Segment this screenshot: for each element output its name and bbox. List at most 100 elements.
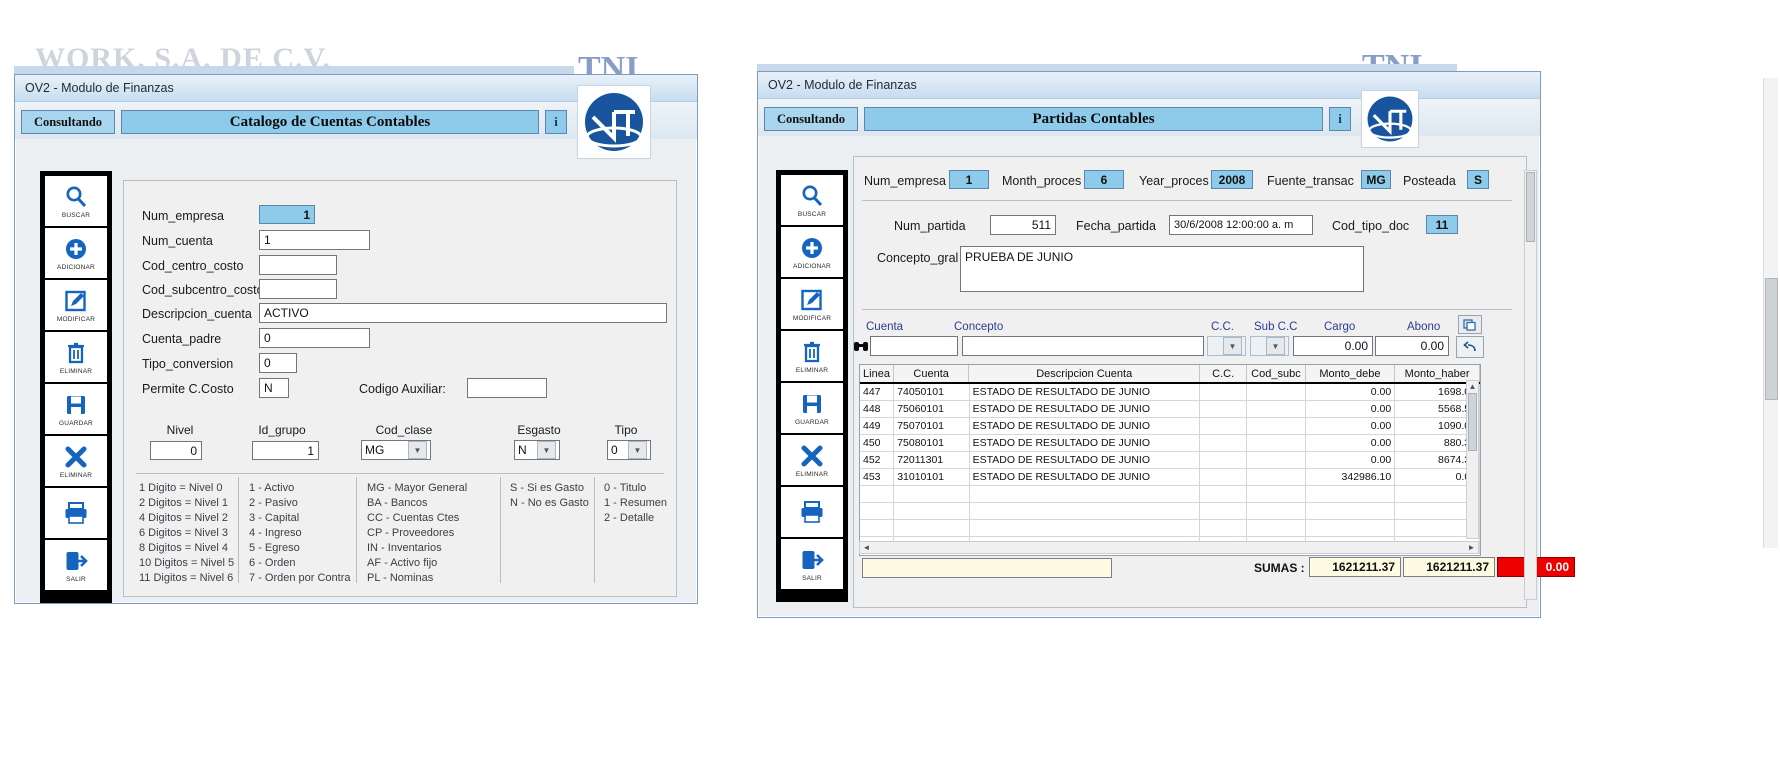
- grid-body[interactable]: 447 74050101 ESTADO DE RESULTADO DE JUNIO 0…: [860, 384, 1480, 554]
- table-row[interactable]: 449 75070101 ESTADO DE RESULTADO DE JUNIO 0…: [860, 418, 1480, 435]
- legend-item: AF - Activo fijo: [367, 557, 438, 569]
- tipo-select[interactable]: 0 ▼: [607, 440, 651, 460]
- legend-item: 4 Digitos = Nivel 2: [139, 512, 228, 524]
- table-row[interactable]: [860, 520, 1480, 537]
- scroll-up-icon[interactable]: ▲: [1467, 381, 1478, 392]
- table-row[interactable]: [860, 503, 1480, 520]
- grid-col-descripcion[interactable]: Descripcion Cuenta: [969, 365, 1201, 382]
- legend-item: 2 - Pasivo: [249, 497, 298, 509]
- grid-vscroll-thumb[interactable]: [1468, 393, 1477, 451]
- num-partida-field[interactable]: 511: [990, 215, 1056, 235]
- table-row[interactable]: 453 31010101 ESTADO DE RESULTADO DE JUNIO 3…: [860, 469, 1480, 486]
- tipo-conversion-field[interactable]: 0: [259, 353, 297, 373]
- table-row[interactable]: [860, 486, 1480, 503]
- table-cell-subc: [1247, 486, 1306, 502]
- modificar-button[interactable]: MODIFICAR: [45, 280, 107, 330]
- table-row[interactable]: 452 72011301 ESTADO DE RESULTADO DE JUNIO 0…: [860, 452, 1480, 469]
- table-row[interactable]: 447 74050101 ESTADO DE RESULTADO DE JUNIO 0…: [860, 384, 1480, 401]
- permite-ccosto-field[interactable]: N: [259, 378, 289, 398]
- grid-col-codsubc[interactable]: Cod_subc: [1247, 365, 1306, 382]
- left-status-chip: Consultando: [21, 110, 115, 134]
- scroll-right-icon[interactable]: ►: [1465, 542, 1478, 553]
- salir-button[interactable]: SALIR: [45, 540, 107, 590]
- binoculars-icon[interactable]: [852, 338, 870, 354]
- entry-abono-header: Abono: [1407, 321, 1441, 333]
- legend-item: 11 Digitos = Nivel 6: [139, 572, 234, 584]
- grid-col-cc[interactable]: C.C.: [1200, 365, 1248, 382]
- cod-clase-select[interactable]: MG ▼: [361, 440, 431, 460]
- salir-button[interactable]: SALIR: [781, 539, 843, 589]
- imprimir-button[interactable]: [781, 487, 843, 537]
- concepto-gral-label: Concepto_gral: [877, 251, 959, 265]
- nivel-field[interactable]: 0: [150, 441, 202, 460]
- info-icon[interactable]: i: [545, 110, 567, 134]
- cod-subcentro-costo-field[interactable]: [259, 279, 337, 299]
- chevron-down-icon[interactable]: ▼: [408, 441, 427, 459]
- month-proces-field[interactable]: 6: [1084, 170, 1124, 189]
- year-proces-field[interactable]: 2008: [1211, 170, 1253, 189]
- cod-centro-costo-field[interactable]: [259, 255, 337, 275]
- fuente-transac-field[interactable]: MG: [1361, 170, 1391, 189]
- imprimir-button[interactable]: [45, 488, 107, 538]
- fecha-partida-field[interactable]: 30/6/2008 12:00:00 a. m: [1169, 215, 1313, 235]
- esgasto-select[interactable]: N ▼: [514, 440, 560, 460]
- table-cell-subc: [1247, 469, 1306, 485]
- tipo-conversion-label: Tipo_conversion: [142, 357, 234, 371]
- table-row[interactable]: 450 75080101 ESTADO DE RESULTADO DE JUNIO 0…: [860, 435, 1480, 452]
- buscar-button[interactable]: BUSCAR: [45, 176, 107, 226]
- cod-tipo-doc-label: Cod_tipo_doc: [1332, 219, 1410, 233]
- info-icon[interactable]: i: [1329, 107, 1351, 131]
- chevron-down-icon[interactable]: ▼: [628, 441, 647, 459]
- concepto-gral-textarea[interactable]: PRUEBA DE JUNIO: [960, 246, 1364, 292]
- grid-horizontal-scrollbar[interactable]: ◄ ►: [859, 541, 1479, 554]
- window-catalogo-cuentas: OV2 - Modulo de Finanzas Consultando Cat…: [14, 74, 698, 604]
- grid-col-linea[interactable]: Linea: [860, 365, 894, 382]
- entry-abono-input[interactable]: 0.00: [1375, 336, 1449, 356]
- grid-vertical-scrollbar[interactable]: ▲: [1466, 380, 1479, 539]
- right-window-scrollbar[interactable]: [1524, 170, 1537, 600]
- cancelar-button[interactable]: ELIMINAR: [45, 436, 107, 486]
- entry-cuenta-input[interactable]: [870, 336, 958, 356]
- entry-concepto-input[interactable]: [962, 336, 1204, 356]
- entry-cargo-input[interactable]: 0.00: [1293, 336, 1373, 356]
- grid-col-cuenta[interactable]: Cuenta: [894, 365, 970, 382]
- num-empresa-field[interactable]: 1: [949, 170, 989, 189]
- cancelar-button[interactable]: ELIMINAR: [781, 435, 843, 485]
- chevron-down-icon[interactable]: ▼: [537, 441, 556, 459]
- adicionar-button[interactable]: ADICIONAR: [45, 228, 107, 278]
- entry-subcc-select[interactable]: ▼: [1250, 336, 1289, 356]
- modificar-button[interactable]: MODIFICAR: [781, 279, 843, 329]
- right-window-scroll-thumb[interactable]: [1526, 172, 1535, 242]
- footer-note-field[interactable]: [862, 558, 1112, 578]
- table-row[interactable]: 448 75060101 ESTADO DE RESULTADO DE JUNIO 0…: [860, 401, 1480, 418]
- nivel-header: Nivel: [166, 423, 194, 437]
- desktop-scrollbar[interactable]: [1763, 78, 1778, 548]
- salir-label: SALIR: [802, 574, 822, 582]
- entry-cc-select[interactable]: ▼: [1207, 336, 1246, 356]
- table-cell-linea: [860, 520, 895, 536]
- cuenta-padre-field[interactable]: 0: [259, 328, 370, 348]
- adicionar-button[interactable]: ADICIONAR: [781, 227, 843, 277]
- grid-col-montodebe[interactable]: Monto_debe: [1306, 365, 1396, 382]
- eliminar-button[interactable]: ELIMINAR: [781, 331, 843, 381]
- buscar-button[interactable]: BUSCAR: [781, 175, 843, 225]
- num-empresa-field[interactable]: 1: [259, 205, 315, 224]
- copy-rows-button[interactable]: [1458, 315, 1482, 334]
- entry-cuenta-header: Cuenta: [866, 321, 904, 333]
- chevron-down-icon[interactable]: ▼: [1266, 337, 1285, 355]
- cod-clase-value: MG: [365, 443, 385, 457]
- eliminar-button[interactable]: ELIMINAR: [45, 332, 107, 382]
- posteada-field[interactable]: S: [1467, 170, 1489, 189]
- codigo-auxiliar-field[interactable]: [467, 378, 547, 398]
- cod-tipo-doc-field[interactable]: 11: [1426, 215, 1458, 234]
- chevron-down-icon[interactable]: ▼: [1223, 337, 1242, 355]
- scroll-left-icon[interactable]: ◄: [860, 542, 873, 553]
- desktop-scrollbar-thumb[interactable]: [1765, 278, 1778, 400]
- id-grupo-field[interactable]: 1: [252, 441, 319, 460]
- guardar-button[interactable]: GUARDAR: [781, 383, 843, 433]
- descripcion-cuenta-field[interactable]: ACTIVO: [259, 303, 667, 323]
- guardar-button[interactable]: GUARDAR: [45, 384, 107, 434]
- partidas-grid[interactable]: Linea Cuenta Descripcion Cuenta C.C. Cod…: [859, 364, 1481, 556]
- num-cuenta-field[interactable]: 1: [259, 230, 370, 250]
- undo-button[interactable]: [1456, 336, 1484, 358]
